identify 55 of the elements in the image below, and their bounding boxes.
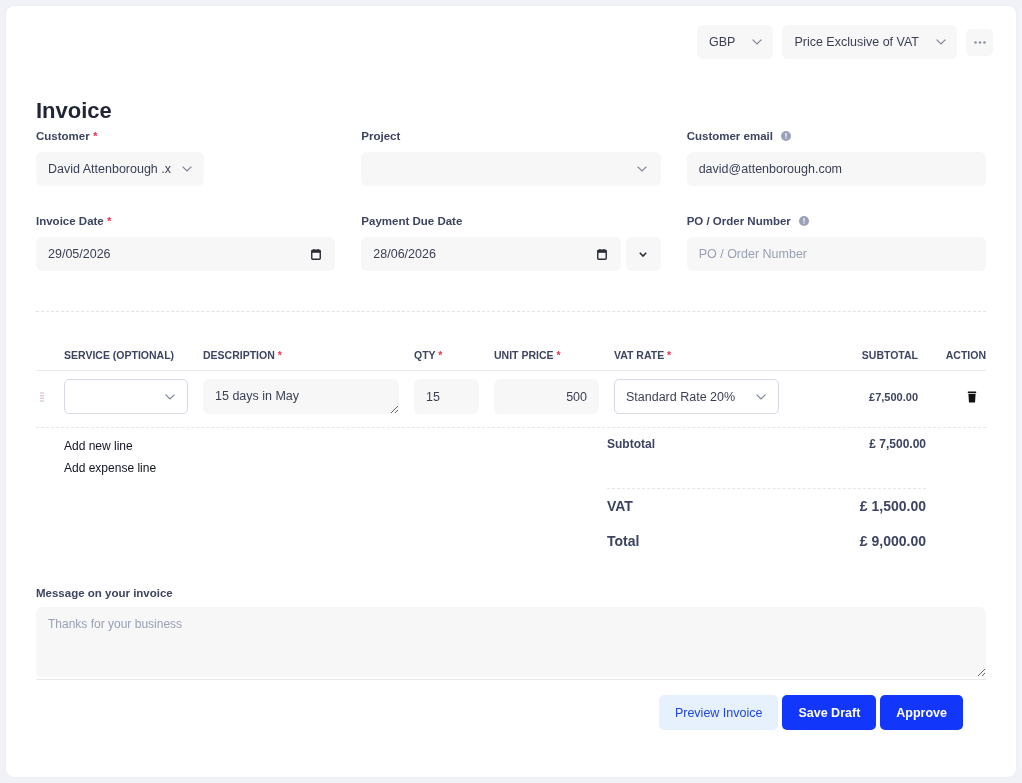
chevron-down-icon <box>936 39 946 45</box>
message-input[interactable]: Thanks for your business <box>36 607 986 677</box>
calendar-icon <box>311 248 322 260</box>
text-input[interactable]: PO / Order Number <box>686 237 986 271</box>
more-button[interactable] <box>966 28 993 56</box>
page-title: Invoice <box>36 98 112 124</box>
more-icon <box>973 40 986 44</box>
total-label: Subtotal <box>607 436 655 453</box>
dropdown[interactable] <box>64 379 188 414</box>
column-header: ACTION <box>945 349 986 361</box>
chevron-down-icon <box>165 393 175 400</box>
chevron-down-icon <box>639 251 648 257</box>
date-field[interactable]: 29/05/2026 <box>36 237 336 271</box>
dropdown[interactable]: GBP <box>697 25 774 59</box>
dropdown[interactable] <box>361 152 661 186</box>
primary-button[interactable]: Save Draft <box>782 695 877 730</box>
dropdown-button[interactable] <box>625 237 661 271</box>
field-label: Customer * <box>36 129 98 144</box>
column-header: VAT RATE * <box>614 349 672 361</box>
column-header: QTY * <box>414 349 443 361</box>
calendar-icon <box>596 248 607 260</box>
column-header: UNIT PRICE * <box>494 349 561 361</box>
add-line-link[interactable]: Add expense line <box>64 457 157 479</box>
field-label: PO / Order Number <box>686 214 791 229</box>
chevron-down-icon <box>182 166 192 172</box>
total-value: £ 1,500.00 <box>859 497 926 516</box>
trash-icon[interactable] <box>967 390 977 403</box>
dropdown[interactable]: David Attenborough .x <box>36 152 204 186</box>
add-line-link[interactable]: Add new line <box>64 435 133 457</box>
quantity-input[interactable]: 15 <box>414 379 479 414</box>
text-input[interactable]: david@attenborough.com <box>686 152 986 186</box>
chevron-down-icon <box>752 39 763 45</box>
date-field[interactable]: 28/06/2026 <box>361 237 621 271</box>
chevron-down-icon <box>636 166 647 172</box>
column-header: SUBTOTAL <box>861 349 918 361</box>
column-header: SERVICE (OPTIONAL) <box>64 349 175 361</box>
total-label: Total <box>607 532 640 551</box>
field-label: Message on your invoice <box>36 586 173 601</box>
field-label: Customer email <box>686 129 773 144</box>
total-label: VAT <box>607 497 633 516</box>
secondary-button[interactable]: Preview Invoice <box>658 695 779 730</box>
drag-handle-icon[interactable] <box>40 391 44 402</box>
field-label: Project <box>361 129 401 144</box>
total-value: £ 9,000.00 <box>859 532 926 551</box>
description-input[interactable]: 15 days in May <box>203 379 399 414</box>
dropdown[interactable]: Standard Rate 20% <box>614 379 779 414</box>
field-label: Invoice Date * <box>36 214 112 229</box>
field-label: Payment Due Date <box>361 214 463 229</box>
dropdown[interactable]: Price Exclusive of VAT <box>782 25 957 59</box>
column-header: DESCRIPTION * <box>203 349 282 361</box>
line-subtotal: £7,500.00 <box>869 390 918 403</box>
price-input[interactable]: 500 <box>494 379 599 414</box>
primary-button[interactable]: Approve <box>880 695 963 730</box>
chevron-down-icon <box>756 393 766 400</box>
total-value: £ 7,500.00 <box>869 436 926 453</box>
